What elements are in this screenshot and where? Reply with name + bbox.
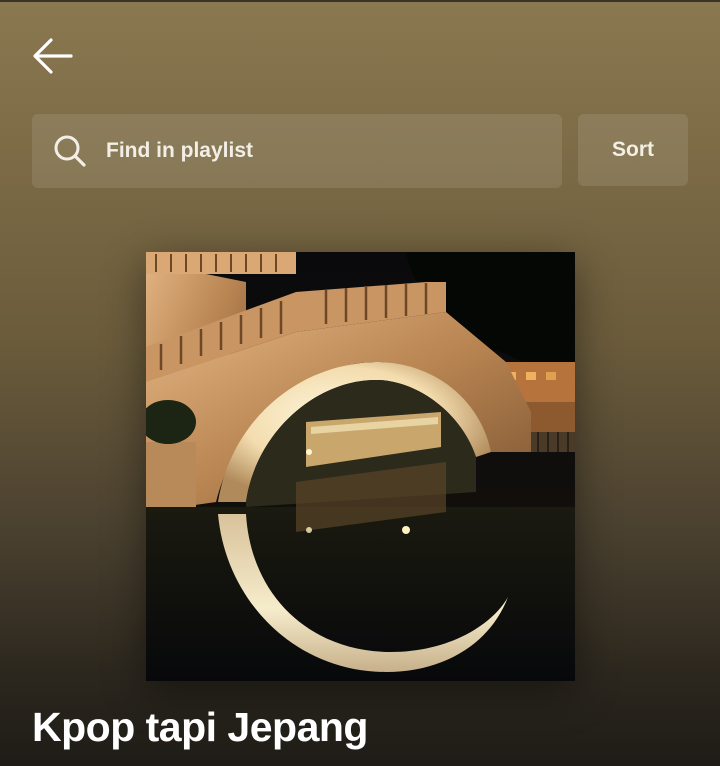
- search-input[interactable]: [104, 138, 508, 164]
- playlist-title: Kpop tapi Jepang: [32, 704, 368, 750]
- playlist-cover-image: [146, 252, 575, 681]
- search-icon: [52, 133, 88, 169]
- cover-artwork: [146, 252, 575, 681]
- sort-button-label: Sort: [612, 138, 654, 161]
- search-box[interactable]: [32, 114, 562, 188]
- sort-button[interactable]: Sort: [578, 114, 688, 186]
- top-border: [0, 0, 720, 2]
- back-button[interactable]: [28, 36, 76, 80]
- arrow-left-icon: [31, 36, 73, 81]
